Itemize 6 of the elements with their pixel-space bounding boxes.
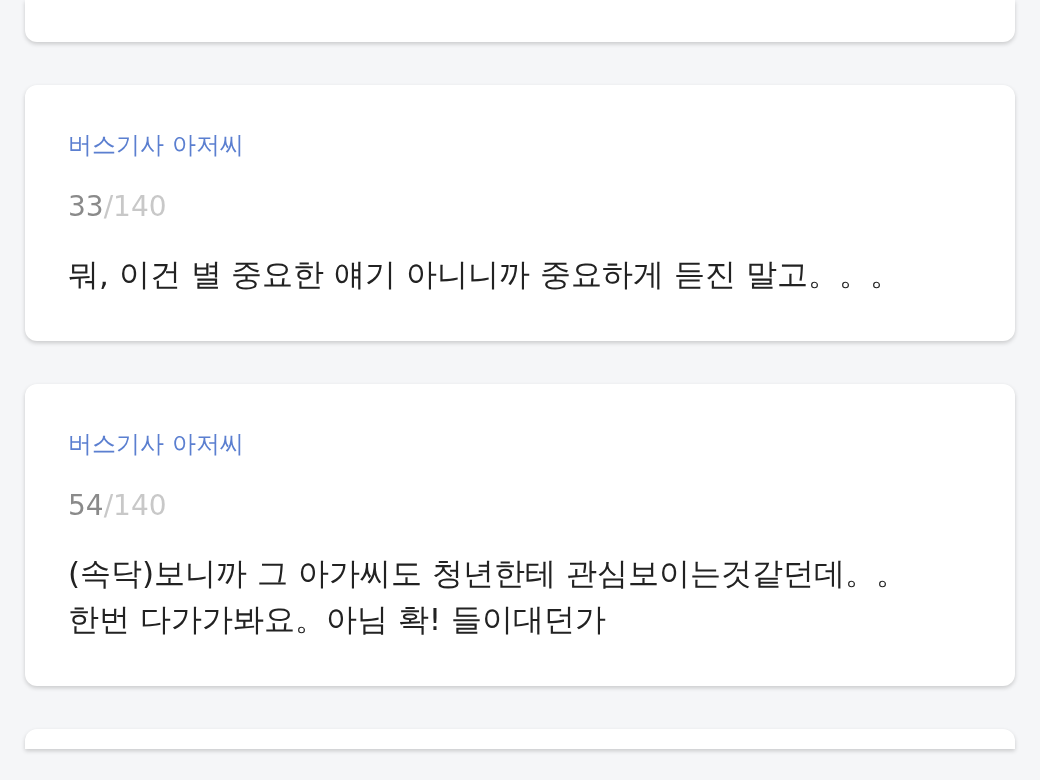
- speaker-name: 버스기사 아저씨: [68, 131, 245, 159]
- message-text: (속닥)보니까 그 아가씨도 청년한테 관심보이는것같던데。。 한번 다가가봐요。아님 확! 들이대던가: [68, 554, 908, 639]
- message-index: 54: [68, 490, 104, 522]
- message-index: 33: [68, 191, 104, 223]
- message-text: 뭐, 이건 별 중요한 얘기 아니니까 중요하게 듣진 말고。。。: [68, 255, 902, 294]
- speaker-name: 버스기사 아저씨: [68, 430, 245, 458]
